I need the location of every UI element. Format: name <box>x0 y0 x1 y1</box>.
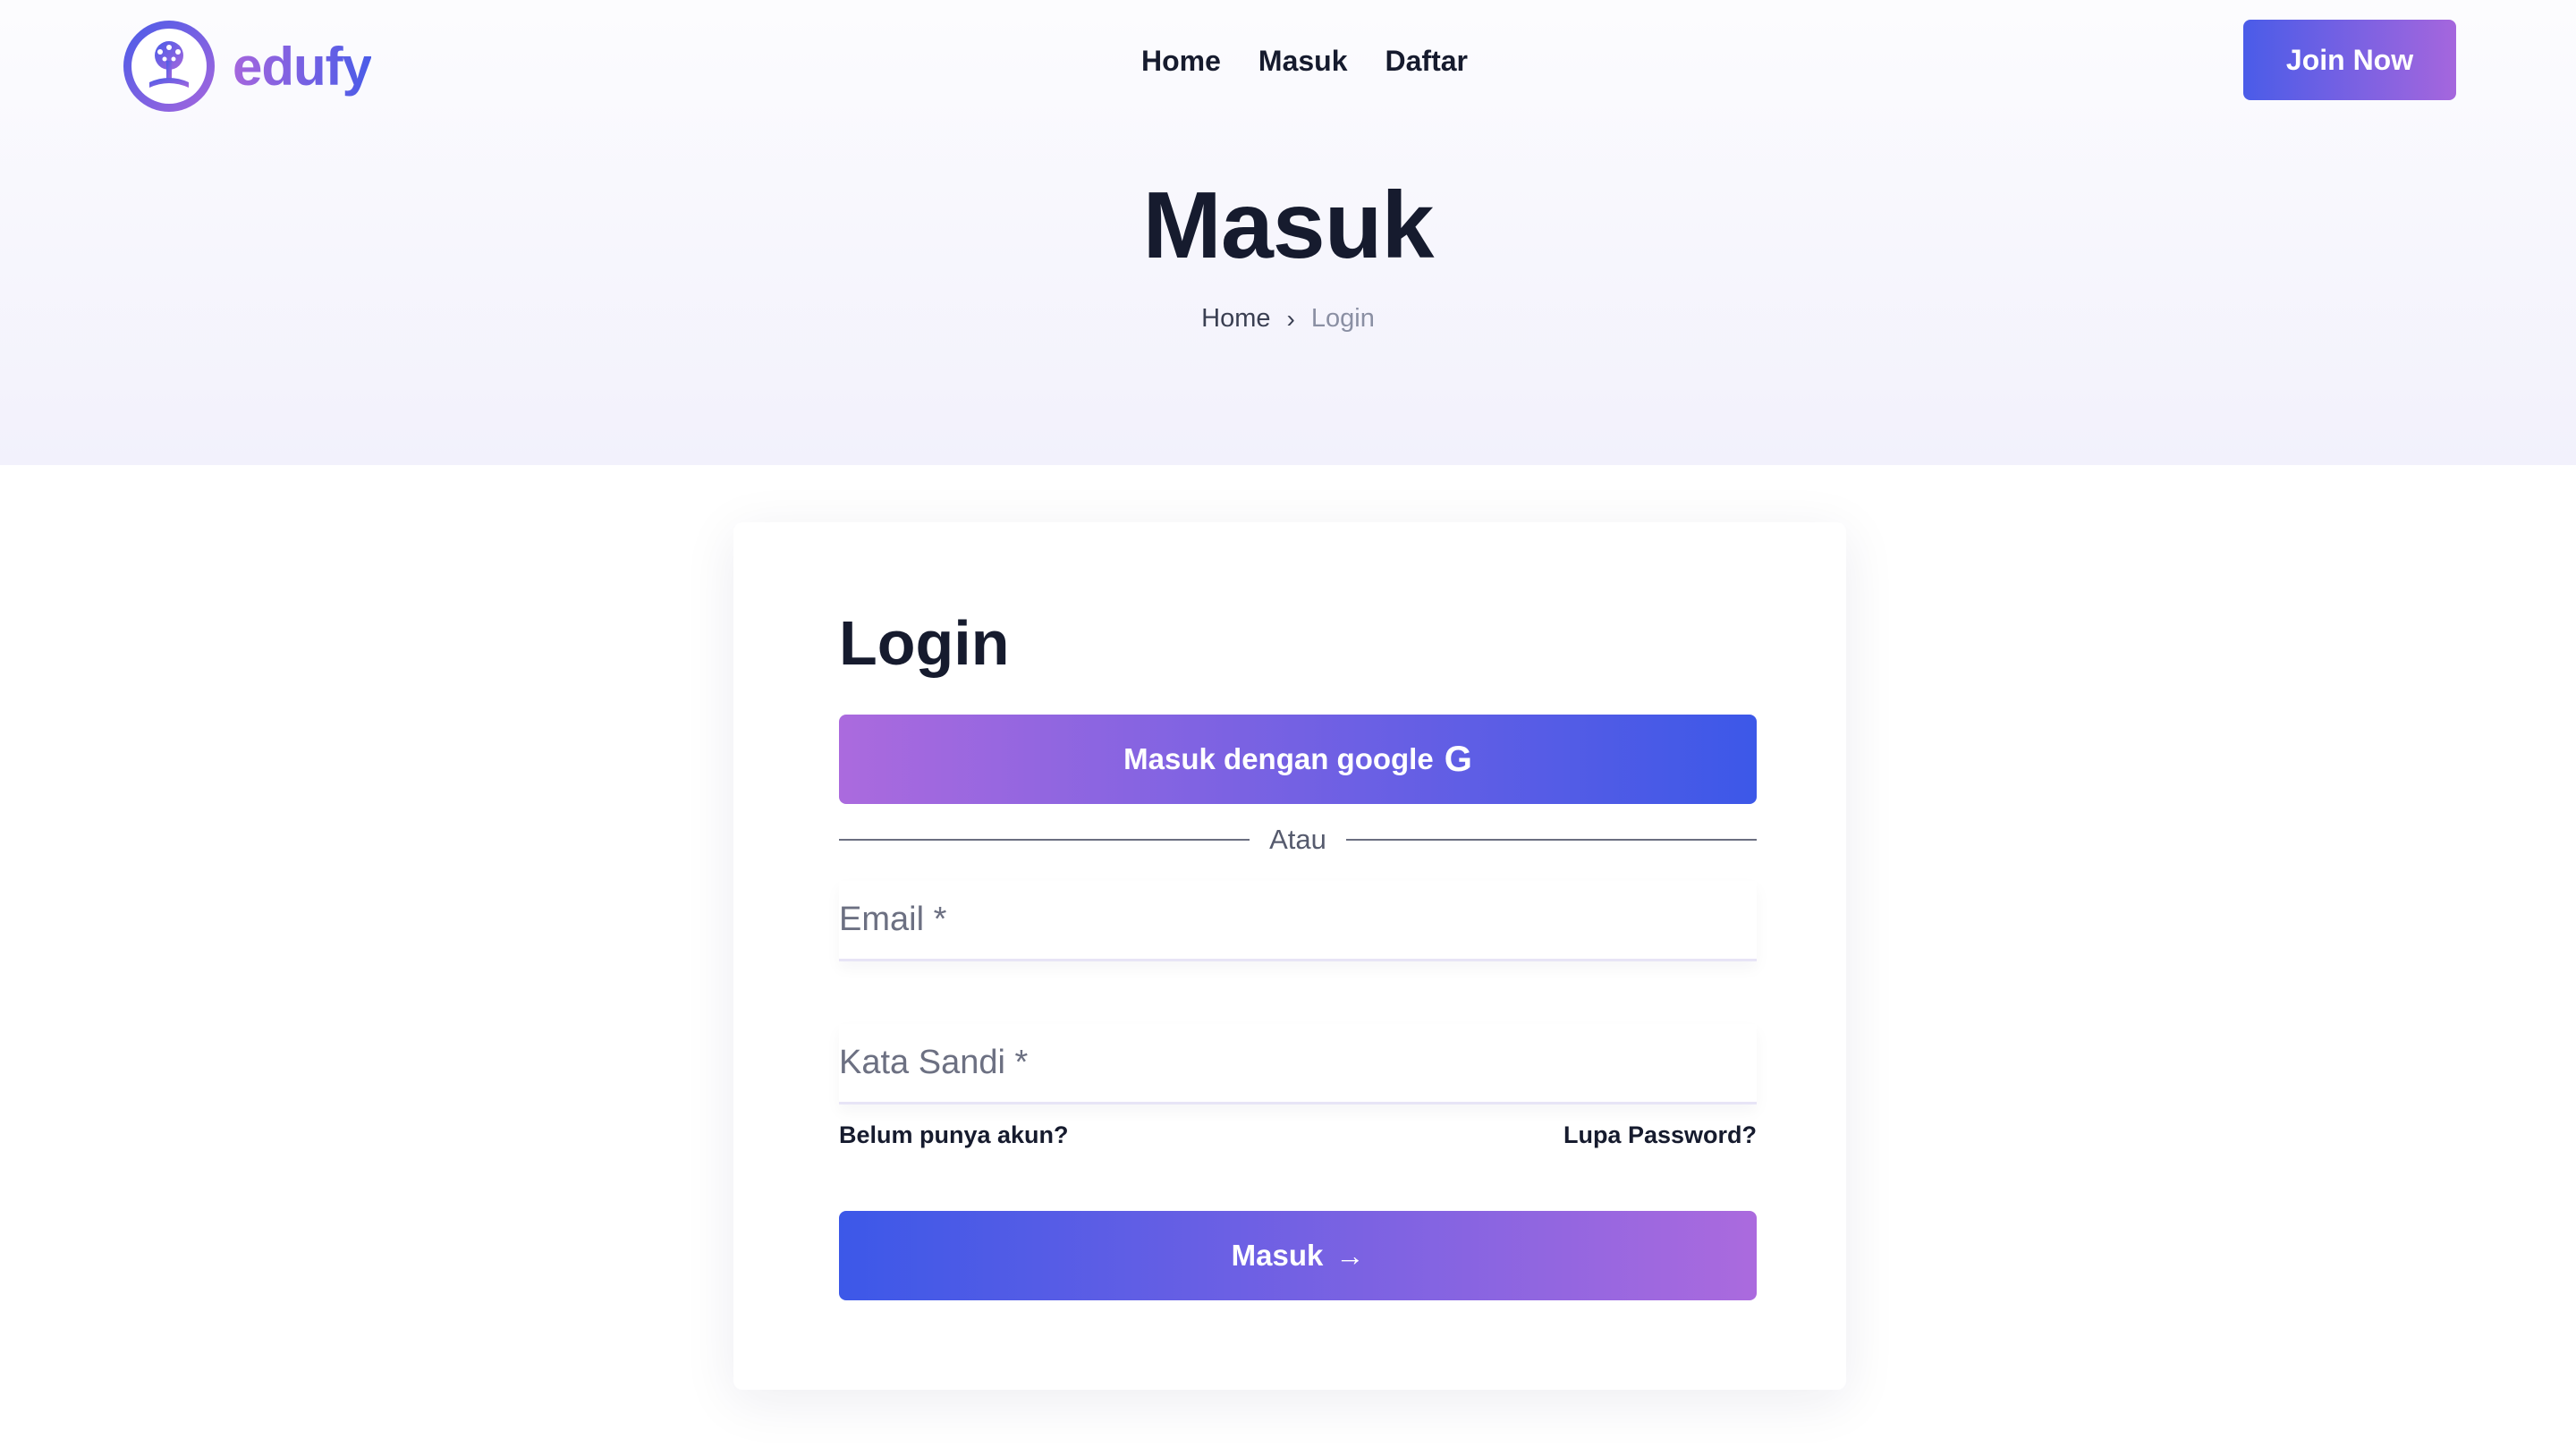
page-title: Masuk <box>1142 173 1435 278</box>
google-login-button[interactable]: Masuk dengan google G <box>839 715 1757 804</box>
breadcrumb-current: Login <box>1310 304 1375 333</box>
or-divider: Atau <box>839 816 1757 864</box>
submit-label: Masuk <box>1231 1239 1324 1272</box>
password-field[interactable] <box>839 1024 1757 1104</box>
email-field[interactable] <box>839 881 1757 961</box>
divider-text: Atau <box>1269 824 1326 855</box>
register-link[interactable]: Belum punya akun? <box>839 1121 1069 1149</box>
divider-line-left <box>839 839 1250 841</box>
login-submit-button[interactable]: Masuk → <box>839 1211 1757 1300</box>
main-nav: Home Masuk Daftar <box>1141 45 1468 78</box>
arrow-right-icon: → <box>1335 1239 1365 1272</box>
auth-links: Belum punya akun? Lupa Password? <box>839 1121 1757 1149</box>
nav-masuk[interactable]: Masuk <box>1258 45 1348 78</box>
nav-daftar[interactable]: Daftar <box>1385 45 1468 78</box>
divider-line-right <box>1345 839 1757 841</box>
breadcrumb-home-link[interactable]: Home <box>1201 304 1270 334</box>
chevron-right-icon: › <box>1286 304 1295 333</box>
google-login-label: Masuk dengan google <box>1123 742 1434 775</box>
brand-logo[interactable]: edufy <box>123 20 372 113</box>
google-icon: G <box>1444 740 1472 779</box>
login-title: Login <box>839 608 1010 678</box>
brand-name: edufy <box>233 36 372 97</box>
breadcrumb: Home › Login <box>0 304 2576 334</box>
logo-tree-icon <box>123 21 215 112</box>
forgot-password-link[interactable]: Lupa Password? <box>1563 1121 1757 1149</box>
join-now-button[interactable]: Join Now <box>2243 20 2456 100</box>
nav-home[interactable]: Home <box>1141 45 1221 78</box>
